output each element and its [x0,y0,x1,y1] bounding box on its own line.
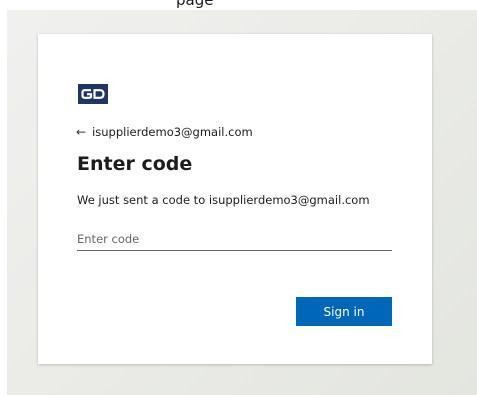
code-input[interactable] [77,228,392,251]
code-sent-description: We just sent a code to isupplierdemo3@gm… [77,193,370,207]
top-strip: page [0,0,477,10]
gd-logo [78,84,108,104]
gd-logo-mark-icon [81,89,105,99]
page-tab-title: page [176,0,214,9]
sign-in-button[interactable]: Sign in [296,297,392,326]
back-arrow-icon: ← [76,125,87,139]
account-email: isupplierdemo3@gmail.com [92,125,253,139]
back-to-email-link[interactable]: ← isupplierdemo3@gmail.com [76,124,253,140]
page-title: Enter code [77,153,193,175]
sign-in-card: ← isupplierdemo3@gmail.com Enter code We… [38,34,432,364]
